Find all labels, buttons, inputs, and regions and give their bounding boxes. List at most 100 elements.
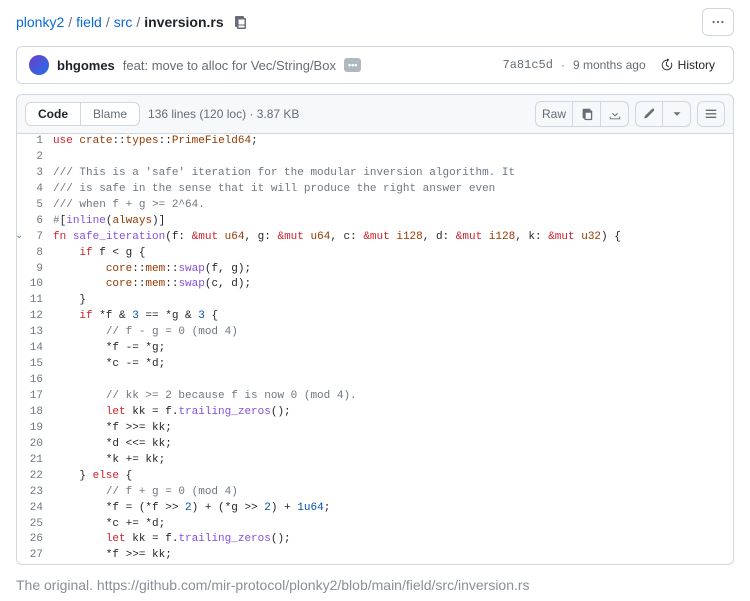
line-number[interactable]: 25 — [17, 517, 53, 533]
line-content[interactable]: /// when f + g >= 2^64. — [53, 198, 733, 214]
caret-down-icon — [670, 107, 684, 121]
code-line[interactable]: 7fn safe_iteration(f: &mut u64, g: &mut … — [17, 230, 733, 246]
breadcrumb-link-repo[interactable]: plonky2 — [16, 14, 64, 30]
line-number[interactable]: 9 — [17, 262, 53, 278]
line-number[interactable]: 21 — [17, 453, 53, 469]
commit-sha[interactable]: 7a81c5d — [503, 58, 553, 72]
line-number[interactable]: 7 — [17, 230, 53, 246]
line-content[interactable]: } — [53, 293, 733, 309]
code-line[interactable]: 4/// is safe in the sense that it will p… — [17, 182, 733, 198]
code-line[interactable]: 2 — [17, 150, 733, 166]
line-number[interactable]: 13 — [17, 325, 53, 341]
line-content[interactable]: if f < g { — [53, 246, 733, 262]
code-line[interactable]: 6#[inline(always)] — [17, 214, 733, 230]
line-content[interactable]: core::mem::swap(c, d); — [53, 277, 733, 293]
line-content[interactable] — [53, 150, 733, 166]
line-number[interactable]: 23 — [17, 485, 53, 501]
code-line[interactable]: 10 core::mem::swap(c, d); — [17, 277, 733, 293]
line-content[interactable]: *f >>= kk; — [53, 421, 733, 437]
symbols-button[interactable] — [697, 101, 725, 127]
code-line[interactable]: 20 *d <<= kk; — [17, 437, 733, 453]
line-content[interactable]: core::mem::swap(f, g); — [53, 262, 733, 278]
line-number[interactable]: 15 — [17, 357, 53, 373]
breadcrumb-link-src[interactable]: src — [114, 14, 133, 30]
code-line[interactable]: 23 // f + g = 0 (mod 4) — [17, 485, 733, 501]
edit-dropdown-button[interactable] — [663, 101, 691, 127]
history-button[interactable]: History — [654, 57, 721, 73]
line-number[interactable]: 19 — [17, 421, 53, 437]
avatar[interactable] — [29, 55, 49, 75]
line-content[interactable]: if *f & 3 == *g & 3 { — [53, 309, 733, 325]
line-number[interactable]: 18 — [17, 405, 53, 421]
commit-author[interactable]: bhgomes — [57, 58, 115, 73]
line-number[interactable]: 17 — [17, 389, 53, 405]
line-content[interactable]: } else { — [53, 469, 733, 485]
line-content[interactable]: let kk = f.trailing_zeros(); — [53, 532, 733, 548]
code-line[interactable]: 11 } — [17, 293, 733, 309]
line-content[interactable]: #[inline(always)] — [53, 214, 733, 230]
code-line[interactable]: 21 *k += kk; — [17, 453, 733, 469]
line-content[interactable]: /// This is a 'safe' iteration for the m… — [53, 166, 733, 182]
code-line[interactable]: 5/// when f + g >= 2^64. — [17, 198, 733, 214]
line-content[interactable]: *f -= *g; — [53, 341, 733, 357]
raw-button[interactable]: Raw — [535, 101, 573, 127]
line-number[interactable]: 24 — [17, 501, 53, 517]
copy-path-icon[interactable] — [232, 14, 248, 30]
line-number[interactable]: 26 — [17, 532, 53, 548]
line-content[interactable]: let kk = f.trailing_zeros(); — [53, 405, 733, 421]
line-number[interactable]: 20 — [17, 437, 53, 453]
line-content[interactable]: *f >>= kk; — [53, 548, 733, 564]
code-line[interactable]: 25 *c += *d; — [17, 517, 733, 533]
line-number[interactable]: 8 — [17, 246, 53, 262]
line-content[interactable]: // f + g = 0 (mod 4) — [53, 485, 733, 501]
line-number[interactable]: 14 — [17, 341, 53, 357]
code-line[interactable]: 13 // f - g = 0 (mod 4) — [17, 325, 733, 341]
line-content[interactable]: // f - g = 0 (mod 4) — [53, 325, 733, 341]
code-line[interactable]: 16 — [17, 373, 733, 389]
line-number[interactable]: 3 — [17, 166, 53, 182]
code-line[interactable]: 27 *f >>= kk; — [17, 548, 733, 564]
commit-message[interactable]: feat: move to alloc for Vec/String/Box — [123, 58, 336, 73]
line-number[interactable]: 27 — [17, 548, 53, 564]
line-content[interactable]: *c += *d; — [53, 517, 733, 533]
code-line[interactable]: 15 *c -= *d; — [17, 357, 733, 373]
line-content[interactable]: // kk >= 2 because f is now 0 (mod 4). — [53, 389, 733, 405]
line-content[interactable]: use crate::types::PrimeField64; — [53, 134, 733, 150]
line-content[interactable]: *f = (*f >> 2) + (*g >> 2) + 1u64; — [53, 501, 733, 517]
more-actions-button[interactable] — [702, 8, 734, 36]
line-number[interactable]: 4 — [17, 182, 53, 198]
line-number[interactable]: 5 — [17, 198, 53, 214]
code-line[interactable]: 18 let kk = f.trailing_zeros(); — [17, 405, 733, 421]
code-line[interactable]: 19 *f >>= kk; — [17, 421, 733, 437]
line-number[interactable]: 22 — [17, 469, 53, 485]
copy-raw-button[interactable] — [573, 101, 601, 127]
code-line[interactable]: 17 // kk >= 2 because f is now 0 (mod 4)… — [17, 389, 733, 405]
line-content[interactable]: *k += kk; — [53, 453, 733, 469]
code-line[interactable]: 9 core::mem::swap(f, g); — [17, 262, 733, 278]
line-content[interactable]: /// is safe in the sense that it will pr… — [53, 182, 733, 198]
code-line[interactable]: 1use crate::types::PrimeField64; — [17, 134, 733, 150]
line-content[interactable] — [53, 373, 733, 389]
code-line[interactable]: 26 let kk = f.trailing_zeros(); — [17, 532, 733, 548]
line-number[interactable]: 11 — [17, 293, 53, 309]
code-line[interactable]: 3/// This is a 'safe' iteration for the … — [17, 166, 733, 182]
line-content[interactable]: fn safe_iteration(f: &mut u64, g: &mut u… — [53, 230, 733, 246]
code-line[interactable]: 12 if *f & 3 == *g & 3 { — [17, 309, 733, 325]
breadcrumb-link-field[interactable]: field — [76, 14, 102, 30]
line-number[interactable]: 6 — [17, 214, 53, 230]
line-content[interactable]: *d <<= kk; — [53, 437, 733, 453]
line-number[interactable]: 16 — [17, 373, 53, 389]
line-content[interactable]: *c -= *d; — [53, 357, 733, 373]
edit-button[interactable] — [635, 101, 663, 127]
download-raw-button[interactable] — [601, 101, 629, 127]
code-line[interactable]: 14 *f -= *g; — [17, 341, 733, 357]
code-line[interactable]: 22 } else { — [17, 469, 733, 485]
tab-blame[interactable]: Blame — [80, 103, 139, 125]
code-line[interactable]: 8 if f < g { — [17, 246, 733, 262]
code-line[interactable]: 24 *f = (*f >> 2) + (*g >> 2) + 1u64; — [17, 501, 733, 517]
line-number[interactable]: 10 — [17, 277, 53, 293]
line-number[interactable]: 1 — [17, 134, 53, 150]
line-number[interactable]: 2 — [17, 150, 53, 166]
tab-code[interactable]: Code — [26, 103, 80, 125]
line-number[interactable]: 12 — [17, 309, 53, 325]
